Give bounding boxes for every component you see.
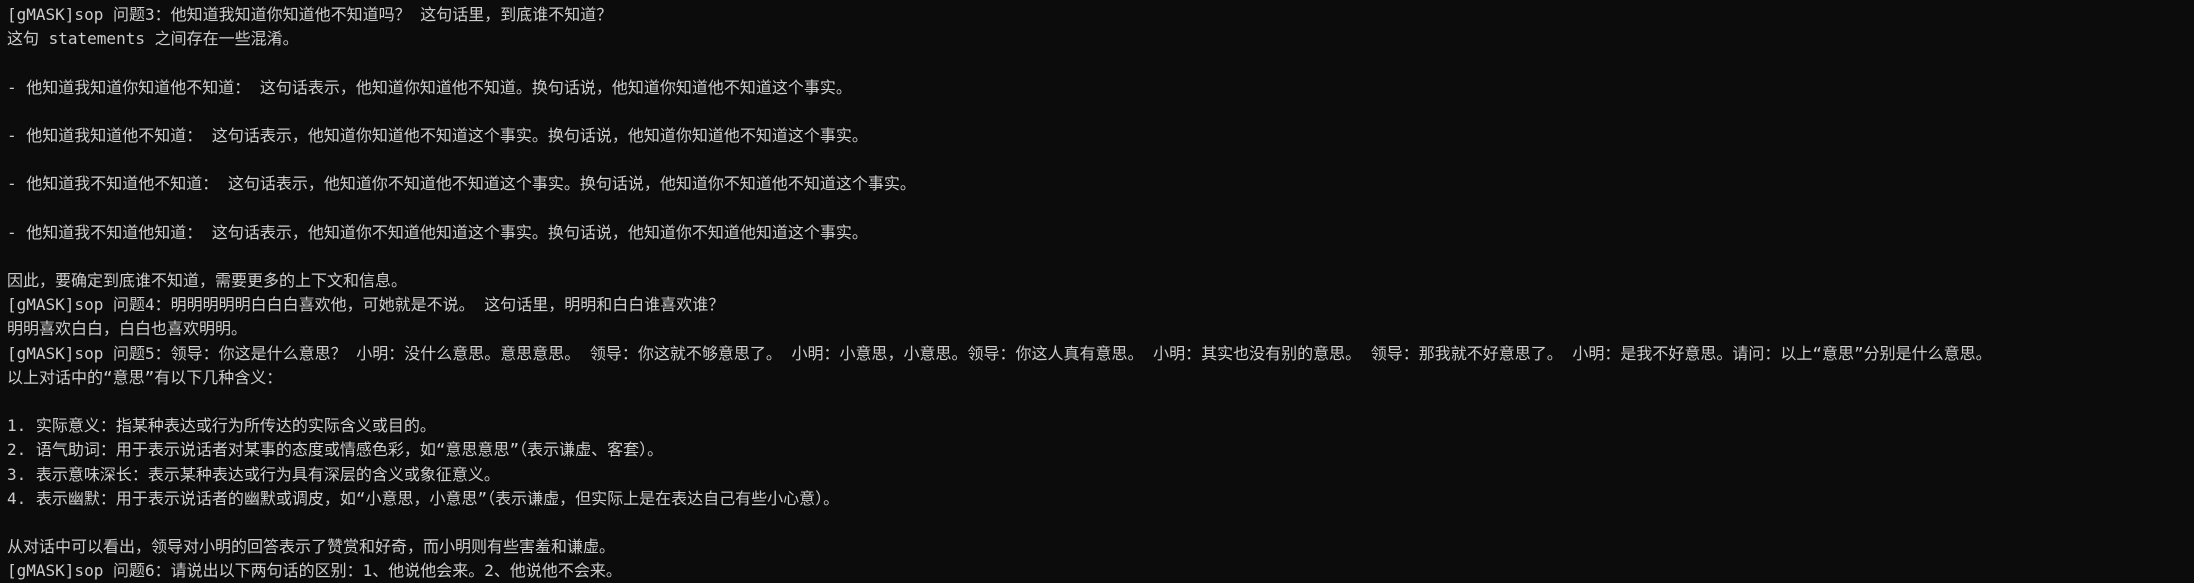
terminal-line: - 他知道我不知道他不知道： 这句话表示，他知道你不知道他不知道这个事实。换句话…: [7, 174, 916, 194]
terminal-line: 明明喜欢白白，白白也喜欢明明。: [7, 319, 248, 339]
terminal-line: - 他知道我不知道他知道： 这句话表示，他知道你不知道他知道这个事实。换句话说，…: [7, 222, 868, 242]
terminal-line: [gMASK]sop 问题6：请说出以下两句话的区别：1、他说他会来。2、他说他…: [7, 561, 622, 581]
terminal-line: 1. 实际意义：指某种表达或行为所传达的实际含义或目的。: [7, 416, 436, 436]
terminal-line: 2. 语气助词：用于表示说话者对某事的态度或情感色彩，如“意思意思”（表示谦虚、…: [7, 440, 664, 460]
terminal-line: 这句 statements 之间存在一些混淆。: [7, 29, 299, 49]
terminal-line: 3. 表示意味深长：表示某种表达或行为具有深层的含义或象征意义。: [7, 464, 500, 484]
terminal-line: 从对话中可以看出，领导对小明的回答表示了赞赏和好奇，而小明则有些害羞和谦虚。: [7, 537, 616, 557]
terminal-line: 因此，要确定到底谁不知道，需要更多的上下文和信息。: [7, 271, 408, 291]
terminal-line: - 他知道我知道他不知道： 这句话表示，他知道你知道他不知道这个事实。换句话说，…: [7, 125, 868, 145]
terminal-line: 以上对话中的“意思”有以下几种含义：: [7, 367, 283, 387]
terminal-output[interactable]: [gMASK]sop 问题3：他知道我知道你知道他不知道吗？ 这句话里，到底谁不…: [0, 0, 2194, 583]
terminal-line: [gMASK]sop 问题4：明明明明明白白白喜欢他，可她就是不说。 这句话里，…: [7, 295, 725, 315]
terminal-line: 4. 表示幽默：用于表示说话者的幽默或调皮，如“小意思，小意思”（表示谦虚，但实…: [7, 488, 840, 508]
terminal-line: - 他知道我知道你知道他不知道： 这句话表示，他知道你知道他不知道。换句话说，他…: [7, 77, 852, 97]
terminal-line: [gMASK]sop 问题5：领导：你这是什么意思？ 小明：没什么意思。意思意思…: [7, 343, 1992, 363]
terminal-line: [gMASK]sop 问题3：他知道我知道你知道他不知道吗？ 这句话里，到底谁不…: [7, 5, 613, 24]
